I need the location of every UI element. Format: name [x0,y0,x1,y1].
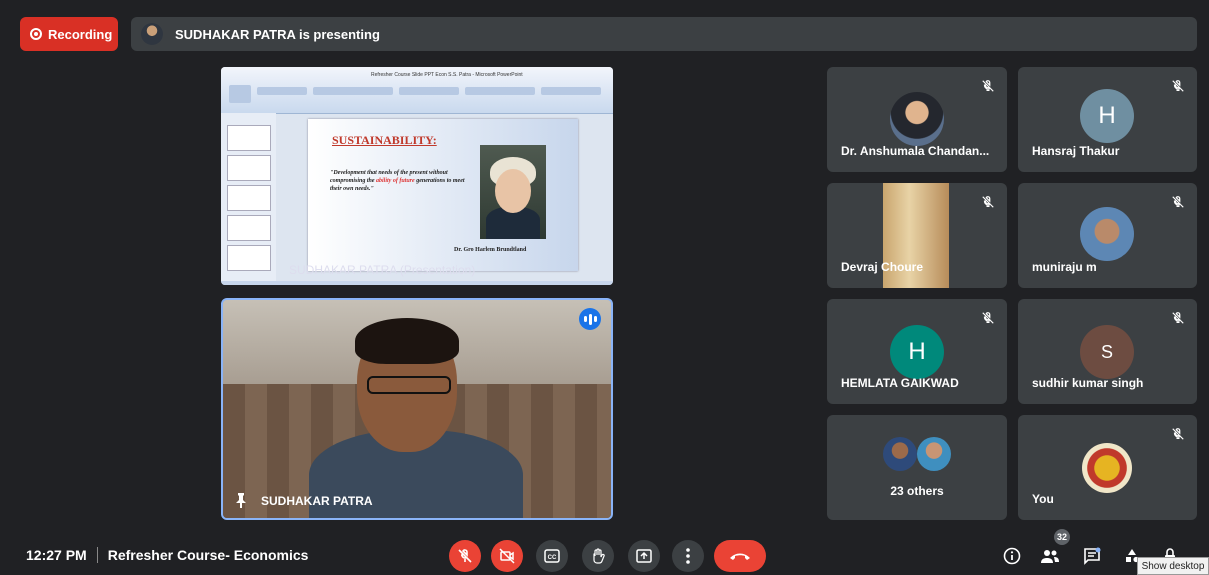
participant-tile-anshumala[interactable]: Dr. Anshumala Chandan... [827,67,1007,172]
mic-off-icon [1172,196,1184,208]
slide-thumbnail [227,125,271,151]
presenting-text: SUDHAKAR PATRA is presenting [175,26,380,42]
mic-off-icon [1172,80,1184,92]
info-icon [1003,547,1021,565]
more-vert-icon [686,548,690,564]
participant-tile-muniraju[interactable]: muniraju m [1018,183,1197,288]
meeting-time: 12:27 PM [26,547,87,563]
people-button[interactable] [1038,545,1062,567]
speaking-indicator-icon [579,308,601,330]
camera-off-icon [499,548,515,564]
people-icon [1041,550,1059,563]
avatar: H [890,325,944,379]
recording-label: Recording [48,26,113,42]
divider [96,547,98,563]
meeting-details-button[interactable] [1000,545,1024,567]
slide-thumbnail [227,245,271,271]
show-desktop-tooltip: Show desktop [1137,557,1209,575]
ppt-window-title: Refresher Course Slide PPT Econ S.S. Pat… [371,72,523,78]
captions-button[interactable]: CC [536,540,568,572]
presentation-label: SUDHAKAR PATRA (Presentation) [289,263,476,277]
ppt-ribbon: Refresher Course Slide PPT Econ S.S. Pat… [221,67,613,114]
speaker-hair [355,318,459,364]
hand-icon [593,548,605,564]
slide-title: SUSTAINABILITY: [332,133,437,147]
participant-tile-hansraj[interactable]: H Hansraj Thakur [1018,67,1197,172]
participant-name: sudhir kumar singh [1032,376,1144,390]
ppt-ribbon-button [257,87,307,95]
ppt-ribbon-button [541,87,601,95]
participant-tile-you[interactable]: You [1018,415,1197,520]
ppt-ribbon-button [229,85,251,103]
chat-button[interactable] [1080,545,1104,567]
presenting-banner: SUDHAKAR PATRA is presenting [141,23,380,45]
participant-name: Hansraj Thakur [1032,144,1120,158]
speaker-glasses [367,376,451,394]
present-button[interactable] [628,540,660,572]
raise-hand-button[interactable] [582,540,614,572]
ppt-statusbar [221,281,613,285]
slide-thumbnail [227,155,271,181]
participant-tile-devraj[interactable]: Devraj Choure [827,183,1007,288]
presenter-avatar [141,23,163,45]
avatar [1082,443,1132,493]
slide-thumbnail [227,215,271,241]
presentation-tile[interactable]: Refresher Course Slide PPT Econ S.S. Pat… [221,67,613,285]
avatar [883,437,917,471]
mic-off-icon [982,196,994,208]
meeting-title: Refresher Course- Economics [107,547,309,563]
current-slide: SUSTAINABILITY: "Development that needs … [308,119,578,271]
participant-name: muniraju m [1032,260,1097,274]
camera-toggle-button[interactable] [491,540,523,572]
recording-indicator[interactable]: Recording [20,17,118,51]
avatar: H [1080,89,1134,143]
svg-text:CC: CC [548,555,557,561]
mic-off-icon [1172,428,1184,440]
mic-off-icon [982,80,994,92]
mic-off-icon [1172,312,1184,324]
others-tile[interactable]: 23 others [827,415,1007,520]
participant-name: You [1032,492,1054,506]
more-options-button[interactable] [672,540,704,572]
slide-caption: Dr. Gro Harlem Brundtland [454,247,527,253]
hang-up-icon [730,553,750,560]
participant-name: HEMLATA GAIKWAD [841,376,959,390]
pin-icon[interactable] [235,492,247,508]
leave-call-button[interactable] [714,540,766,572]
people-count-badge: 32 [1054,529,1070,545]
avatar [1080,207,1134,261]
slide-quote: "Development that needs of the present w… [330,170,465,192]
mic-toggle-button[interactable] [449,540,481,572]
present-screen-icon [636,549,652,563]
ppt-ribbon-button [399,87,459,95]
speaker-tile[interactable]: SUDHAKAR PATRA [221,298,613,520]
meeting-info: 12:27 PM Refresher Course- Economics [26,547,308,563]
avatar [890,92,944,146]
mic-off-icon [982,312,994,324]
mic-off-icon [458,549,472,563]
chat-icon [1084,547,1101,565]
slide-thumbnails [221,113,276,281]
speaker-name: SUDHAKAR PATRA [261,494,373,508]
participant-tile-hemlata[interactable]: H HEMLATA GAIKWAD [827,299,1007,404]
avatar: S [1080,325,1134,379]
others-count: 23 others [890,484,944,498]
participant-name: Devraj Choure [841,260,924,274]
ppt-ribbon-button [313,87,393,95]
ppt-ribbon-button [465,87,535,95]
participant-tile-sudhir[interactable]: S sudhir kumar singh [1018,299,1197,404]
record-icon [30,28,42,40]
slide-thumbnail [227,185,271,211]
participant-name: Dr. Anshumala Chandan... [841,144,990,158]
closed-captions-icon: CC [544,549,560,563]
avatar [917,437,951,471]
portrait-photo [480,145,546,239]
